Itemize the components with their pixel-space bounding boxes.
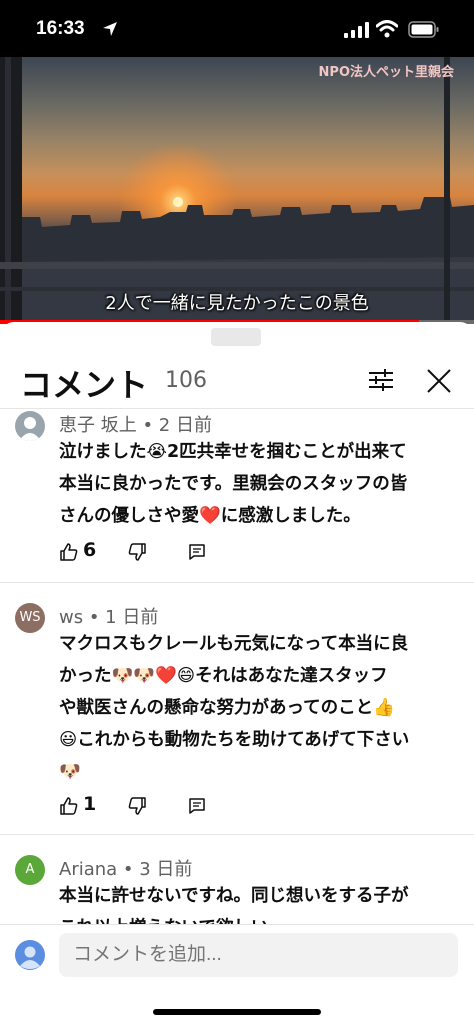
comments-list[interactable]: 恵子 坂上 • 2 日前 泣けました😭2匹共幸せを掴むことが出来て 本当に良かっ… [0,408,474,924]
comment-line: 本当に許せないですね。同じ想いをする子が [59,886,409,906]
comment-line: 😃これからも動物たちを助けてあげて下さい [59,730,410,750]
comment-line: 泣けました😭2匹共幸せを掴むことが出来て [59,442,407,462]
reply-icon[interactable] [187,542,207,562]
dislike-icon[interactable] [127,542,147,562]
comment-author-meta[interactable]: ws • 1 日前 [59,603,158,629]
comment-line: マクロスもクレールも元気になって本当に良 [59,634,409,654]
comments-count: 106 [165,368,207,393]
close-icon[interactable] [424,366,454,396]
avatar[interactable]: A [15,855,45,885]
cellular-signal-icon [344,22,369,38]
video-subtitle: 2人で一緒に見たかったこの景色 [105,293,369,314]
divider [0,408,474,409]
add-comment-input[interactable] [59,933,458,977]
comment-line: さんの優しさや愛❤️に感激しました。 [59,506,361,526]
wifi-icon [376,20,398,38]
status-bar: 16:33 [0,0,474,57]
default-avatar-icon [19,417,41,441]
comments-title: コメント [20,366,149,404]
battery-icon [408,21,439,38]
sort-filter-icon[interactable] [366,365,396,395]
comment-text: マクロスもクレールも元気になって本当に良 かった🐶🐶❤️😄それはあなた達スタッフ… [59,628,459,788]
like-count: 6 [83,539,97,561]
comment-line: これ以上増えないで欲しい [59,912,459,924]
like-count: 1 [83,793,97,815]
like-icon[interactable] [59,796,79,816]
divider [0,834,474,835]
like-icon[interactable] [59,542,79,562]
video-player[interactable]: NPO法人ペット里親会 2人で一緒に見たかったこの景色 [0,57,474,324]
comment-line: 🐶 [59,762,81,782]
drag-handle[interactable] [211,328,261,346]
comments-sheet: コメント 106 恵子 坂上 • 2 日前 泣けました😭2匹共幸せを掴むことが出… [0,322,474,1024]
comment-line: 本当に良かったです。里親会のスタッフの皆 [59,474,408,494]
avatar[interactable] [15,411,45,441]
status-time: 16:33 [36,18,85,39]
add-comment-bar [0,924,474,1024]
comment-text: 本当に許せないですね。同じ想いをする子が これ以上増えないで欲しい [59,880,459,924]
comment-text: 泣けました😭2匹共幸せを掴むことが出来て 本当に良かったです。里親会のスタッフの… [59,436,459,532]
home-indicator [153,1009,321,1015]
channel-watermark: NPO法人ペット里親会 [318,65,454,80]
video-frame [0,57,474,324]
reply-icon[interactable] [187,796,207,816]
comment-author-meta[interactable]: Ariana • 3 日前 [59,855,192,881]
my-avatar-icon [15,940,45,970]
avatar[interactable]: WS [15,603,45,633]
divider [0,582,474,583]
location-arrow-icon [103,22,117,36]
dislike-icon[interactable] [127,796,147,816]
comment-author-meta[interactable]: 恵子 坂上 • 2 日前 [59,411,212,437]
comment-line: かった🐶🐶❤️😄それはあなた達スタッフ [59,666,388,686]
comment-line: や獣医さんの懸命な努力があってのこと👍 [59,698,395,718]
